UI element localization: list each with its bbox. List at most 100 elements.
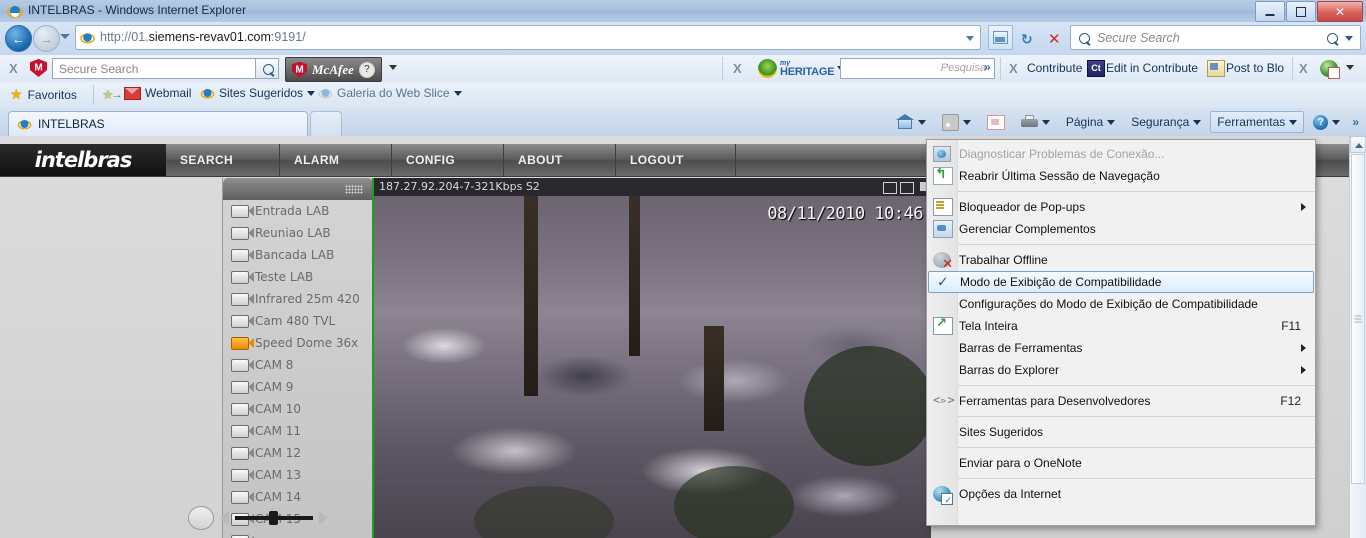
menu-item-work-offline[interactable]: Trabalhar Offline [927,249,1315,272]
last-toolbar-close-icon[interactable]: X [1299,61,1308,76]
menu-item-toolbars[interactable]: Barras de Ferramentas [927,337,1315,359]
mcafee-brand-button[interactable]: McAfee ? [285,57,382,82]
minimize-button[interactable] [1255,1,1285,22]
menu-item-compatibility-view[interactable]: ✓ Modo de Exibição de Compatibilidade [928,271,1314,293]
print-button[interactable] [1014,111,1057,133]
slider-track[interactable] [235,511,313,525]
edit-in-contribute-label[interactable]: Edit in Contribute [1106,61,1198,75]
nav-item-config[interactable]: CONFIG [392,144,504,176]
chevron-down-icon[interactable] [1193,119,1202,125]
myheritage-overflow-icon[interactable]: » [984,60,991,74]
chevron-down-icon[interactable] [917,119,926,125]
list-item[interactable]: Teste LAB [223,266,373,288]
mcafee-dropdown-icon[interactable] [389,65,397,70]
slider-knob[interactable] [269,511,278,525]
address-dropdown-icon[interactable] [966,36,974,41]
nav-item-logout[interactable]: LOGOUT [616,144,736,176]
menu-item-manage-addons[interactable]: Gerenciar Complementos [927,218,1315,240]
contribute-label[interactable]: Contribute [1027,61,1082,75]
list-item-active[interactable]: Speed Dome 36x [223,332,373,354]
nav-item-search[interactable]: SEARCH [166,144,280,176]
page-scrollbar[interactable] [1349,136,1366,538]
help-menu-button[interactable]: ? [1306,111,1347,134]
nav-item-alarm[interactable]: ALARM [280,144,392,176]
close-button[interactable]: ✕ [1317,1,1363,22]
myheritage-close-icon[interactable]: X [733,61,742,76]
chevron-down-icon[interactable] [962,119,971,125]
snapshot-icon[interactable] [883,182,897,194]
grip-icon[interactable] [345,185,363,194]
menu-item-reopen-last-session[interactable]: Reabrir Última Sessão de Navegação [927,165,1315,187]
nav-item-about[interactable]: ABOUT [504,144,616,176]
search-go-icon[interactable] [1327,33,1338,44]
security-menu-button[interactable]: Segurança [1124,111,1208,133]
mcafee-toolbar-close-icon[interactable]: X [9,61,18,76]
tools-menu-button[interactable]: Ferramentas [1210,111,1305,133]
list-item[interactable]: Bancada LAB [223,244,373,266]
contribute-close-icon[interactable]: X [1009,61,1018,76]
list-item[interactable]: CAM 9 [223,376,373,398]
list-item[interactable]: Entrada LAB [223,200,373,222]
search-input[interactable]: Secure Search [1070,25,1361,50]
ptz-joystick-icon[interactable] [188,506,214,530]
new-tab-button[interactable] [310,111,342,137]
scroll-up-button[interactable] [1350,136,1366,153]
tools-dropdown-menu[interactable]: Diagnosticar Problemas de Conexão... Rea… [926,139,1316,526]
menu-item-popup-blocker[interactable]: Bloqueador de Pop-ups [927,196,1315,218]
mcafee-search-button[interactable] [255,58,279,79]
chevron-down-icon[interactable] [307,90,316,96]
list-item[interactable]: CAM 10 [223,398,373,420]
feeds-button[interactable] [935,110,978,135]
myheritage-brand[interactable]: my HERITAGE [758,59,846,78]
scrollbar-thumb[interactable] [1351,154,1365,484]
menu-item-compatibility-view-settings[interactable]: Configurações do Modo de Exibição de Com… [927,293,1315,315]
myheritage-search-input[interactable]: Pesquisa [840,58,995,79]
post-to-blog-label[interactable]: Post to Blo [1226,61,1286,75]
chevron-down-icon[interactable] [1332,119,1341,125]
menu-item-diagnose-connection[interactable]: Diagnosticar Problemas de Conexão... [927,143,1315,165]
list-item[interactable]: Infrared 25m 420 [223,288,373,310]
favorite-suggested-sites[interactable]: Sites Sugeridos [200,86,316,100]
menu-item-suggested-sites[interactable]: Sites Sugeridos [927,421,1315,443]
menu-item-explorer-bars[interactable]: Barras do Explorer [927,359,1315,381]
forward-button[interactable]: → [33,25,60,52]
camera-list-header[interactable] [223,178,373,200]
mcafee-search-input[interactable]: Secure Search [52,58,257,79]
slider-decrease-icon[interactable] [220,511,229,525]
list-item[interactable]: CAM 11 [223,420,373,442]
record-icon[interactable] [900,182,914,194]
chevron-down-icon[interactable] [1041,119,1050,125]
restore-button[interactable] [1286,1,1316,22]
menu-item-fullscreen[interactable]: Tela Inteira F11 [927,315,1315,337]
menu-item-developer-tools[interactable]: <▹> Ferramentas para Desenvolvedores F12 [927,390,1315,412]
search-provider-dropdown-icon[interactable] [1345,36,1353,41]
ptz-speed-slider[interactable] [188,504,608,532]
stop-button[interactable]: ✕ [1040,25,1065,50]
back-button[interactable]: ← [5,25,32,52]
video-pane[interactable]: 08/11/2010 10:46 187.27.92.204-7-321Kbps… [372,178,931,538]
menu-item-send-to-onenote[interactable]: Enviar para o OneNote [927,452,1315,474]
address-input[interactable]: http://01.siemens-revav01.com:9191/ [75,25,981,50]
command-bar-overflow-button[interactable]: » [1349,114,1362,130]
chevron-down-icon[interactable] [1107,119,1116,125]
list-item[interactable]: CAM 12 [223,442,373,464]
page-menu-button[interactable]: Página [1059,111,1122,133]
tab-intelbras[interactable]: INTELBRAS [8,111,308,136]
history-dropdown-icon[interactable] [60,34,70,39]
menu-item-internet-options[interactable]: Opções da Internet [927,483,1315,506]
compatibility-view-button[interactable] [988,25,1013,50]
read-mail-button[interactable] [980,111,1012,134]
chevron-down-icon[interactable] [453,90,462,96]
mcafee-help-icon[interactable]: ? [358,61,375,78]
slider-increase-icon[interactable] [319,511,328,525]
globe-addon-icon[interactable] [1320,60,1340,79]
home-button[interactable] [890,110,933,134]
favorite-web-slice-gallery[interactable]: Galeria do Web Slice [318,86,462,100]
list-item[interactable]: Cam 480 TVL [223,310,373,332]
list-item[interactable]: Reuniao LAB [223,222,373,244]
favorite-webmail[interactable]: Webmail [124,86,191,100]
favorites-button[interactable]: ★ Favoritos [10,86,77,103]
last-toolbar-dropdown-icon[interactable] [1346,65,1354,70]
list-item[interactable]: CAM 8 [223,354,373,376]
list-item[interactable]: CAM 13 [223,464,373,486]
